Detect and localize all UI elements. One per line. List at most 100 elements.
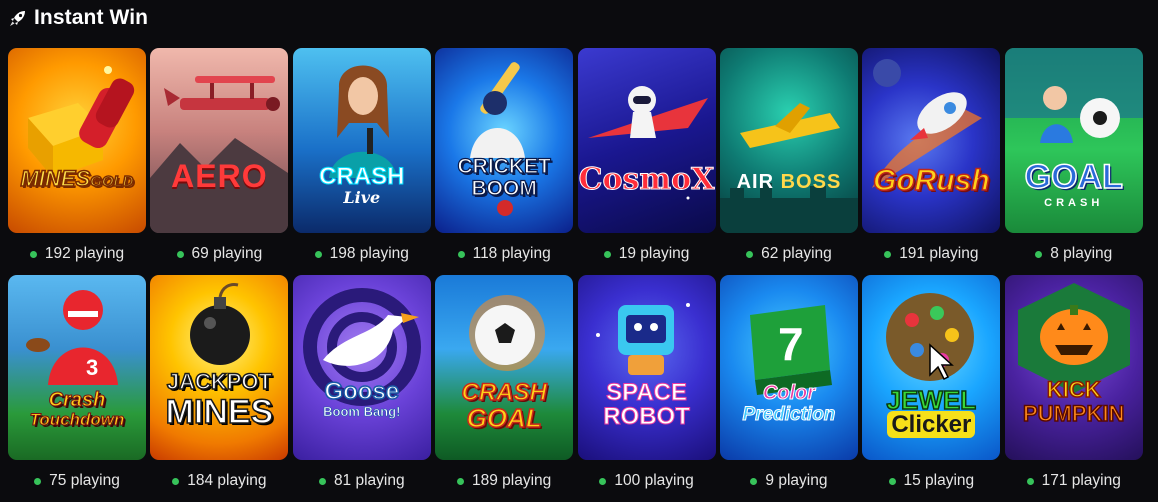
game-thumbnail-jackpot-mines[interactable]: JACKPOT MINES	[150, 275, 289, 460]
game-card[interactable]: CRASH Live 198 playing	[292, 48, 431, 275]
game-logo-crash-goal: CRASH	[461, 379, 548, 406]
game-card[interactable]: AERO 69 playing	[150, 48, 289, 275]
game-logo-color-prediction: Color	[762, 382, 816, 404]
game-logo-sub-goal-crash: CRASH	[1044, 197, 1104, 209]
game-thumbnail-goose-boom-bang[interactable]: Goose Boom Bang!	[292, 275, 431, 460]
player-count: 184 playing	[150, 471, 288, 491]
game-logo-sub-cricket-boom: BOOM	[471, 177, 538, 200]
game-card[interactable]: JEWEL Clicker 15 playing	[862, 275, 1001, 502]
game-card[interactable]: Goose Boom Bang! 81 playing	[292, 275, 431, 502]
game-logo-sub-jewel-clicker: Clicker	[887, 411, 976, 438]
game-logo-sub-crash-goal: GOAL	[466, 403, 543, 433]
player-count: 198 playing	[293, 244, 431, 264]
mines-gold-artwork	[28, 66, 135, 178]
game-logo-sub-space-robot: ROBOT	[603, 403, 691, 430]
online-status-dot	[599, 477, 607, 485]
player-count: 100 playing	[578, 471, 716, 491]
online-status-dot	[457, 250, 465, 258]
game-logo-cricket-boom: CRICKET	[457, 155, 552, 178]
game-logo-space-robot: SPACE	[606, 379, 688, 406]
online-status-dot	[314, 250, 322, 258]
online-status-dot	[884, 250, 892, 258]
game-logo-sub-crash-live: Live	[343, 188, 381, 207]
player-count-label: 75 playing	[49, 472, 120, 489]
game-thumbnail-kick-pumpkin[interactable]: KICK PUMPKIN	[1004, 275, 1143, 460]
online-status-dot	[34, 477, 42, 485]
player-count-label: 192 playing	[44, 245, 125, 262]
game-card[interactable]: AIR BOSS 62 playing	[719, 48, 858, 275]
game-thumbnail-air-boss[interactable]: AIR BOSS	[719, 48, 858, 233]
online-status-dot	[1026, 477, 1034, 485]
game-logo-sub-color-prediction: Prediction	[742, 404, 836, 425]
game-card[interactable]: 7 Color Prediction 9 playing	[719, 275, 858, 502]
game-logo-crash-touchdown: Crash	[48, 389, 106, 411]
player-count-label: 19 playing	[618, 245, 690, 262]
jersey-number: 3	[86, 355, 98, 380]
game-thumbnail-cosmox[interactable]: CosmoX	[577, 48, 716, 233]
player-count-label: 9 playing	[765, 472, 828, 489]
game-logo-jewel-clicker: JEWEL	[886, 385, 977, 415]
game-thumbnail-goal-crash[interactable]: GOAL CRASH	[1004, 48, 1143, 233]
game-card[interactable]: CRASH GOAL 189 playing	[435, 275, 574, 502]
player-count-label: 191 playing	[899, 245, 979, 262]
game-thumbnail-cricket-boom[interactable]: CRICKET BOOM	[435, 48, 574, 233]
game-logo-goose-boom-bang: Goose	[324, 378, 400, 405]
games-grid: MINESGOLD 192 playing AERO 69 playing CR…	[8, 48, 1143, 502]
game-logo-sub-air-boss: BOSS	[780, 171, 842, 193]
player-count: 9 playing	[720, 471, 858, 491]
cosmox-artwork	[587, 86, 708, 200]
online-status-dot	[172, 477, 180, 485]
player-count-label: 189 playing	[472, 472, 552, 489]
player-count: 8 playing	[1005, 244, 1143, 264]
instant-win-section: Instant Win MINESGOLD 192 playing AERO 6…	[0, 0, 1158, 498]
game-card[interactable]: CRICKET BOOM 118 playing	[435, 48, 574, 275]
game-logo-sub-crash-touchdown: Touchdown	[29, 410, 125, 429]
player-count: 75 playing	[8, 471, 146, 491]
game-card[interactable]: GOAL CRASH 8 playing	[1004, 48, 1143, 275]
player-count-label: 198 playing	[329, 245, 409, 262]
game-card[interactable]: 3 Crash Touchdown 75 playing	[8, 275, 146, 502]
game-logo-sub-jackpot-mines: MINES	[165, 393, 274, 431]
game-thumbnail-crash-live[interactable]: CRASH Live	[292, 48, 431, 233]
gorush-artwork	[872, 59, 983, 188]
game-thumbnail-mines-gold[interactable]: MINESGOLD	[8, 48, 146, 233]
game-card[interactable]: GoRush 191 playing	[862, 48, 1001, 275]
game-thumbnail-jewel-clicker[interactable]: JEWEL Clicker	[862, 275, 1001, 460]
player-count-label: 184 playing	[187, 472, 267, 489]
online-status-dot	[29, 250, 37, 258]
game-thumbnail-space-robot[interactable]: SPACE ROBOT	[577, 275, 716, 460]
player-count: 171 playing	[1005, 471, 1143, 491]
game-logo-sub-mines-gold: GOLD	[89, 173, 134, 190]
game-card[interactable]: KICK PUMPKIN 171 playing	[1004, 275, 1143, 502]
player-count: 189 playing	[435, 471, 573, 491]
game-logo-gorush: GoRush	[872, 164, 990, 197]
jackpot-mines-artwork	[190, 283, 251, 365]
game-thumbnail-aero[interactable]: AERO	[150, 48, 289, 233]
player-count: 81 playing	[293, 471, 431, 491]
kick-pumpkin-artwork	[1017, 283, 1130, 393]
section-header: Instant Win	[8, 3, 148, 33]
player-count-label: 81 playing	[333, 472, 405, 489]
player-count-label: 118 playing	[472, 245, 551, 262]
player-count-label: 62 playing	[761, 245, 832, 262]
game-thumbnail-gorush[interactable]: GoRush	[862, 48, 1001, 233]
game-thumbnail-crash-goal[interactable]: CRASH GOAL	[435, 275, 574, 460]
card-number: 7	[778, 318, 804, 370]
game-thumbnail-crash-touchdown[interactable]: 3 Crash Touchdown	[8, 275, 146, 460]
game-card[interactable]: CosmoX 19 playing	[577, 48, 716, 275]
crash-touchdown-artwork: 3	[26, 290, 118, 385]
color-prediction-artwork: 7	[749, 305, 832, 395]
game-thumbnail-color-prediction[interactable]: 7 Color Prediction	[719, 275, 858, 460]
game-card[interactable]: SPACE ROBOT 100 playing	[577, 275, 716, 502]
game-logo-air-boss: AIR	[736, 171, 775, 193]
game-card[interactable]: JACKPOT MINES 184 playing	[150, 275, 289, 502]
game-card[interactable]: MINESGOLD 192 playing	[8, 48, 146, 275]
player-count: 192 playing	[8, 244, 146, 264]
online-status-dot	[457, 477, 465, 485]
rocket-icon	[8, 8, 28, 28]
air-boss-artwork	[719, 103, 858, 233]
player-count-label: 8 playing	[1050, 245, 1113, 262]
player-count-label: 69 playing	[191, 245, 263, 262]
cricket-boom-artwork	[470, 62, 526, 216]
online-status-dot	[176, 250, 184, 258]
